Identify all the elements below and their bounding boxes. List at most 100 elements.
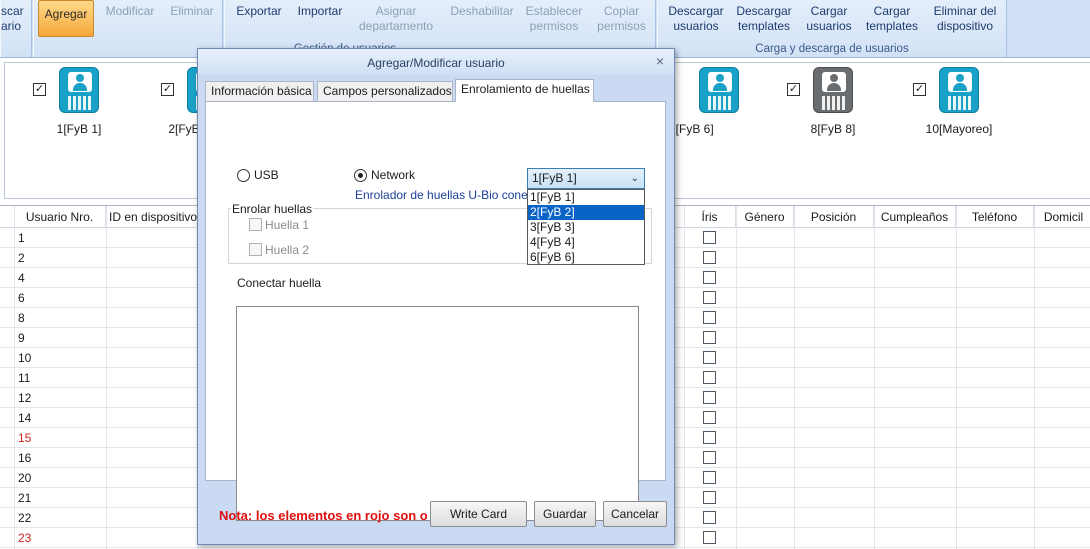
ribbon-button-label: Descargar xyxy=(736,4,792,18)
ribbon-button-label: usuarios xyxy=(673,19,719,33)
dialog-title: Agregar/Modificar usuario xyxy=(367,56,505,70)
column-header[interactable]: Teléfono xyxy=(956,206,1034,228)
iris-checkbox[interactable] xyxy=(703,331,716,344)
ribbon-button-cargar[interactable]: Cargar templates xyxy=(864,4,920,34)
column-header[interactable]: Domicil xyxy=(1034,206,1090,228)
guardar-button[interactable]: Guardar xyxy=(534,501,596,527)
tab-campos-personalizados[interactable]: Campos personalizados xyxy=(317,81,453,101)
ribbon-button-eliminar[interactable]: Eliminar xyxy=(166,4,218,19)
iris-checkbox[interactable] xyxy=(703,471,716,484)
iris-checkbox[interactable] xyxy=(703,511,716,524)
huella-1-checkbox[interactable] xyxy=(249,218,262,231)
user-number-cell: 21 xyxy=(18,491,32,505)
ribbon-button-label: Cargar xyxy=(810,4,848,18)
ribbon-button-importar[interactable]: Importar xyxy=(292,4,348,19)
iris-checkbox[interactable] xyxy=(703,531,716,544)
iris-checkbox[interactable] xyxy=(703,411,716,424)
keypad-icon xyxy=(948,96,972,110)
network-radio[interactable] xyxy=(354,169,367,182)
terminal-device-icon xyxy=(699,67,739,113)
cancelar-button[interactable]: Cancelar xyxy=(603,501,667,527)
terminal-device-icon xyxy=(939,67,979,113)
device-checkbox[interactable]: ✓ xyxy=(913,83,926,96)
ribbon-button-label: Copiar xyxy=(603,4,640,18)
fingerprint-preview-box xyxy=(236,306,639,521)
ribbon-button-asignar[interactable]: Asignar departamento xyxy=(357,4,435,34)
network-label: Network xyxy=(371,168,416,182)
partial-label-1: scar xyxy=(1,4,24,18)
device-select[interactable]: 1[FyB 1] ⌄ xyxy=(527,168,645,189)
user-number-cell: 8 xyxy=(18,311,25,325)
ribbon-button-agregar[interactable]: Agregar xyxy=(38,0,94,37)
device-label: 10[Mayoreo] xyxy=(925,122,993,136)
ribbon-button-exportar[interactable]: Exportar xyxy=(232,4,286,19)
ribbon-button-eliminar-del[interactable]: Eliminar del dispositivo xyxy=(929,4,1001,34)
device-option[interactable]: 3[FyB 3] xyxy=(528,220,644,235)
column-header[interactable]: Género xyxy=(736,206,794,228)
user-number-cell: 22 xyxy=(18,511,32,525)
iris-checkbox[interactable] xyxy=(703,371,716,384)
column-header[interactable]: Posición xyxy=(794,206,874,228)
red-elements-note: Nota: los elementos en rojo son o xyxy=(219,508,428,523)
iris-checkbox[interactable] xyxy=(703,291,716,304)
device-select-value: 1[FyB 1] xyxy=(532,171,577,185)
ribbon-button-label: usuarios xyxy=(806,19,852,33)
ribbon-button-label: Agregar xyxy=(44,7,88,21)
iris-checkbox[interactable] xyxy=(703,391,716,404)
iris-checkbox[interactable] xyxy=(703,251,716,264)
user-silhouette-icon xyxy=(948,72,972,92)
iris-checkbox[interactable] xyxy=(703,351,716,364)
column-header[interactable]: Cumpleaños xyxy=(874,206,956,228)
iris-checkbox[interactable] xyxy=(703,311,716,324)
device-checkbox[interactable]: ✓ xyxy=(161,83,174,96)
conectar-huella-label: Conectar huella xyxy=(237,276,322,290)
device-option[interactable]: 1[FyB 1] xyxy=(528,190,644,205)
ribbon-button-label: Asignar xyxy=(375,4,417,18)
device-checkbox[interactable]: ✓ xyxy=(33,83,46,96)
ribbon-button-label: templates xyxy=(865,19,919,33)
iris-checkbox[interactable] xyxy=(703,451,716,464)
device-option[interactable]: 2[FyB 2] xyxy=(528,205,644,220)
enrolador-status: Enrolador de huellas U-Bio cone xyxy=(355,188,528,202)
chevron-down-icon[interactable]: ⌄ xyxy=(631,169,639,188)
iris-checkbox[interactable] xyxy=(703,231,716,244)
iris-checkbox[interactable] xyxy=(703,491,716,504)
device-option[interactable]: 4[FyB 4] xyxy=(528,235,644,250)
ribbon-button-copiar[interactable]: Copiar permisos xyxy=(594,4,649,34)
ribbon-button-label: permisos xyxy=(597,19,646,33)
user-number-cell: 10 xyxy=(18,351,32,365)
iris-checkbox[interactable] xyxy=(703,431,716,444)
huella-2-checkbox[interactable] xyxy=(249,243,262,256)
ribbon-partial-button[interactable]: scar ario xyxy=(1,4,25,34)
device-select-dropdown: 1[FyB 1] 2[FyB 2] 3[FyB 3] 4[FyB 4] 6[FyB 6] xyxy=(527,189,645,265)
column-header[interactable]: Usuario Nro. xyxy=(14,206,106,228)
ribbon-button-label: Deshabilitar xyxy=(450,4,514,18)
column-header[interactable]: ID en dispositivo xyxy=(106,206,198,228)
user-number-cell: 2 xyxy=(18,251,25,265)
close-icon[interactable]: × xyxy=(652,52,668,70)
ribbon-button-descargar[interactable]: Descargar templates xyxy=(733,4,795,34)
terminal-device-icon xyxy=(59,67,99,113)
ribbon-button-descargar[interactable]: Descargar usuarios xyxy=(664,4,728,34)
write-card-button[interactable]: Write Card xyxy=(430,501,527,527)
ribbon-button-cargar[interactable]: Cargar usuarios xyxy=(800,4,858,34)
group-caption-load: Carga y descarga de usuarios xyxy=(755,43,909,55)
keypad-icon xyxy=(822,96,846,110)
tab-informacion-basica[interactable]: Información básica xyxy=(205,81,314,101)
device-option[interactable]: 6[FyB 6] xyxy=(528,250,644,265)
ribbon-button-label: Modificar xyxy=(105,4,155,18)
partial-label-2: ario xyxy=(1,19,22,33)
column-header[interactable]: Íris xyxy=(684,206,736,228)
ribbon-button-label: Eliminar xyxy=(170,4,214,18)
ribbon-button-label: templates xyxy=(737,19,791,33)
user-silhouette-icon xyxy=(68,72,92,92)
device-checkbox[interactable]: ✓ xyxy=(787,83,800,96)
usb-radio[interactable] xyxy=(237,169,250,182)
user-silhouette-icon xyxy=(822,72,846,92)
user-number-cell: 4 xyxy=(18,271,25,285)
tab-enrolamiento-huellas[interactable]: Enrolamiento de huellas xyxy=(455,79,594,102)
ribbon-button-deshabilitar[interactable]: Deshabilitar xyxy=(446,4,518,19)
ribbon-button-modificar[interactable]: Modificar xyxy=(100,4,160,19)
ribbon-button-establecer[interactable]: Establecer permisos xyxy=(523,4,585,34)
iris-checkbox[interactable] xyxy=(703,271,716,284)
